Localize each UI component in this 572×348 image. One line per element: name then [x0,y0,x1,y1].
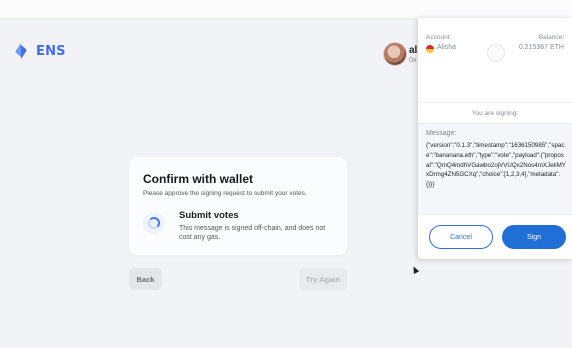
submit-votes-title: Submit votes [179,210,239,221]
back-button[interactable]: Back [129,268,162,290]
card-title: Confirm with wallet [143,172,254,186]
card-subtitle: Please approve the signing request to su… [143,190,307,197]
user-address: 0x [409,57,417,64]
wallet-signature-popup: Account: Balance: Alisha 0.215367 ETH Yo… [418,18,572,259]
logo-text: ENS [36,43,66,59]
account-label: Account: [426,34,452,41]
cancel-button[interactable]: Cancel [429,225,493,249]
sign-button[interactable]: Sign [502,225,566,249]
loading-spinner-icon [143,212,165,234]
try-again-button[interactable]: Try Again [299,268,347,290]
account-flag-icon [426,45,434,53]
message-label: Message: [426,130,457,137]
mouse-cursor-icon [410,265,420,274]
account-name: Alisha [437,44,457,51]
signing-label: You are signing: [471,110,519,117]
ens-logo[interactable]: ENS [12,42,66,60]
user-name[interactable]: al [409,45,417,56]
account-identicon [487,44,505,62]
top-strip [0,0,572,19]
ens-logo-icon [15,43,27,59]
wallet-header: Account: Balance: Alisha 0.215367 ETH [418,18,572,103]
submit-votes-description: This message is signed off-chain, and do… [179,225,326,241]
balance-label: Balance: [538,34,564,41]
avatar[interactable] [383,42,407,66]
confirm-wallet-card: Confirm with wallet Please approve the s… [129,157,347,255]
balance-value: 0.215367 ETH [518,44,564,51]
message-box[interactable]: Message: {"version":"0.1.3","timestamp":… [418,123,572,215]
message-content: {"version":"0.1.3","timestamp":"16361509… [426,142,566,189]
